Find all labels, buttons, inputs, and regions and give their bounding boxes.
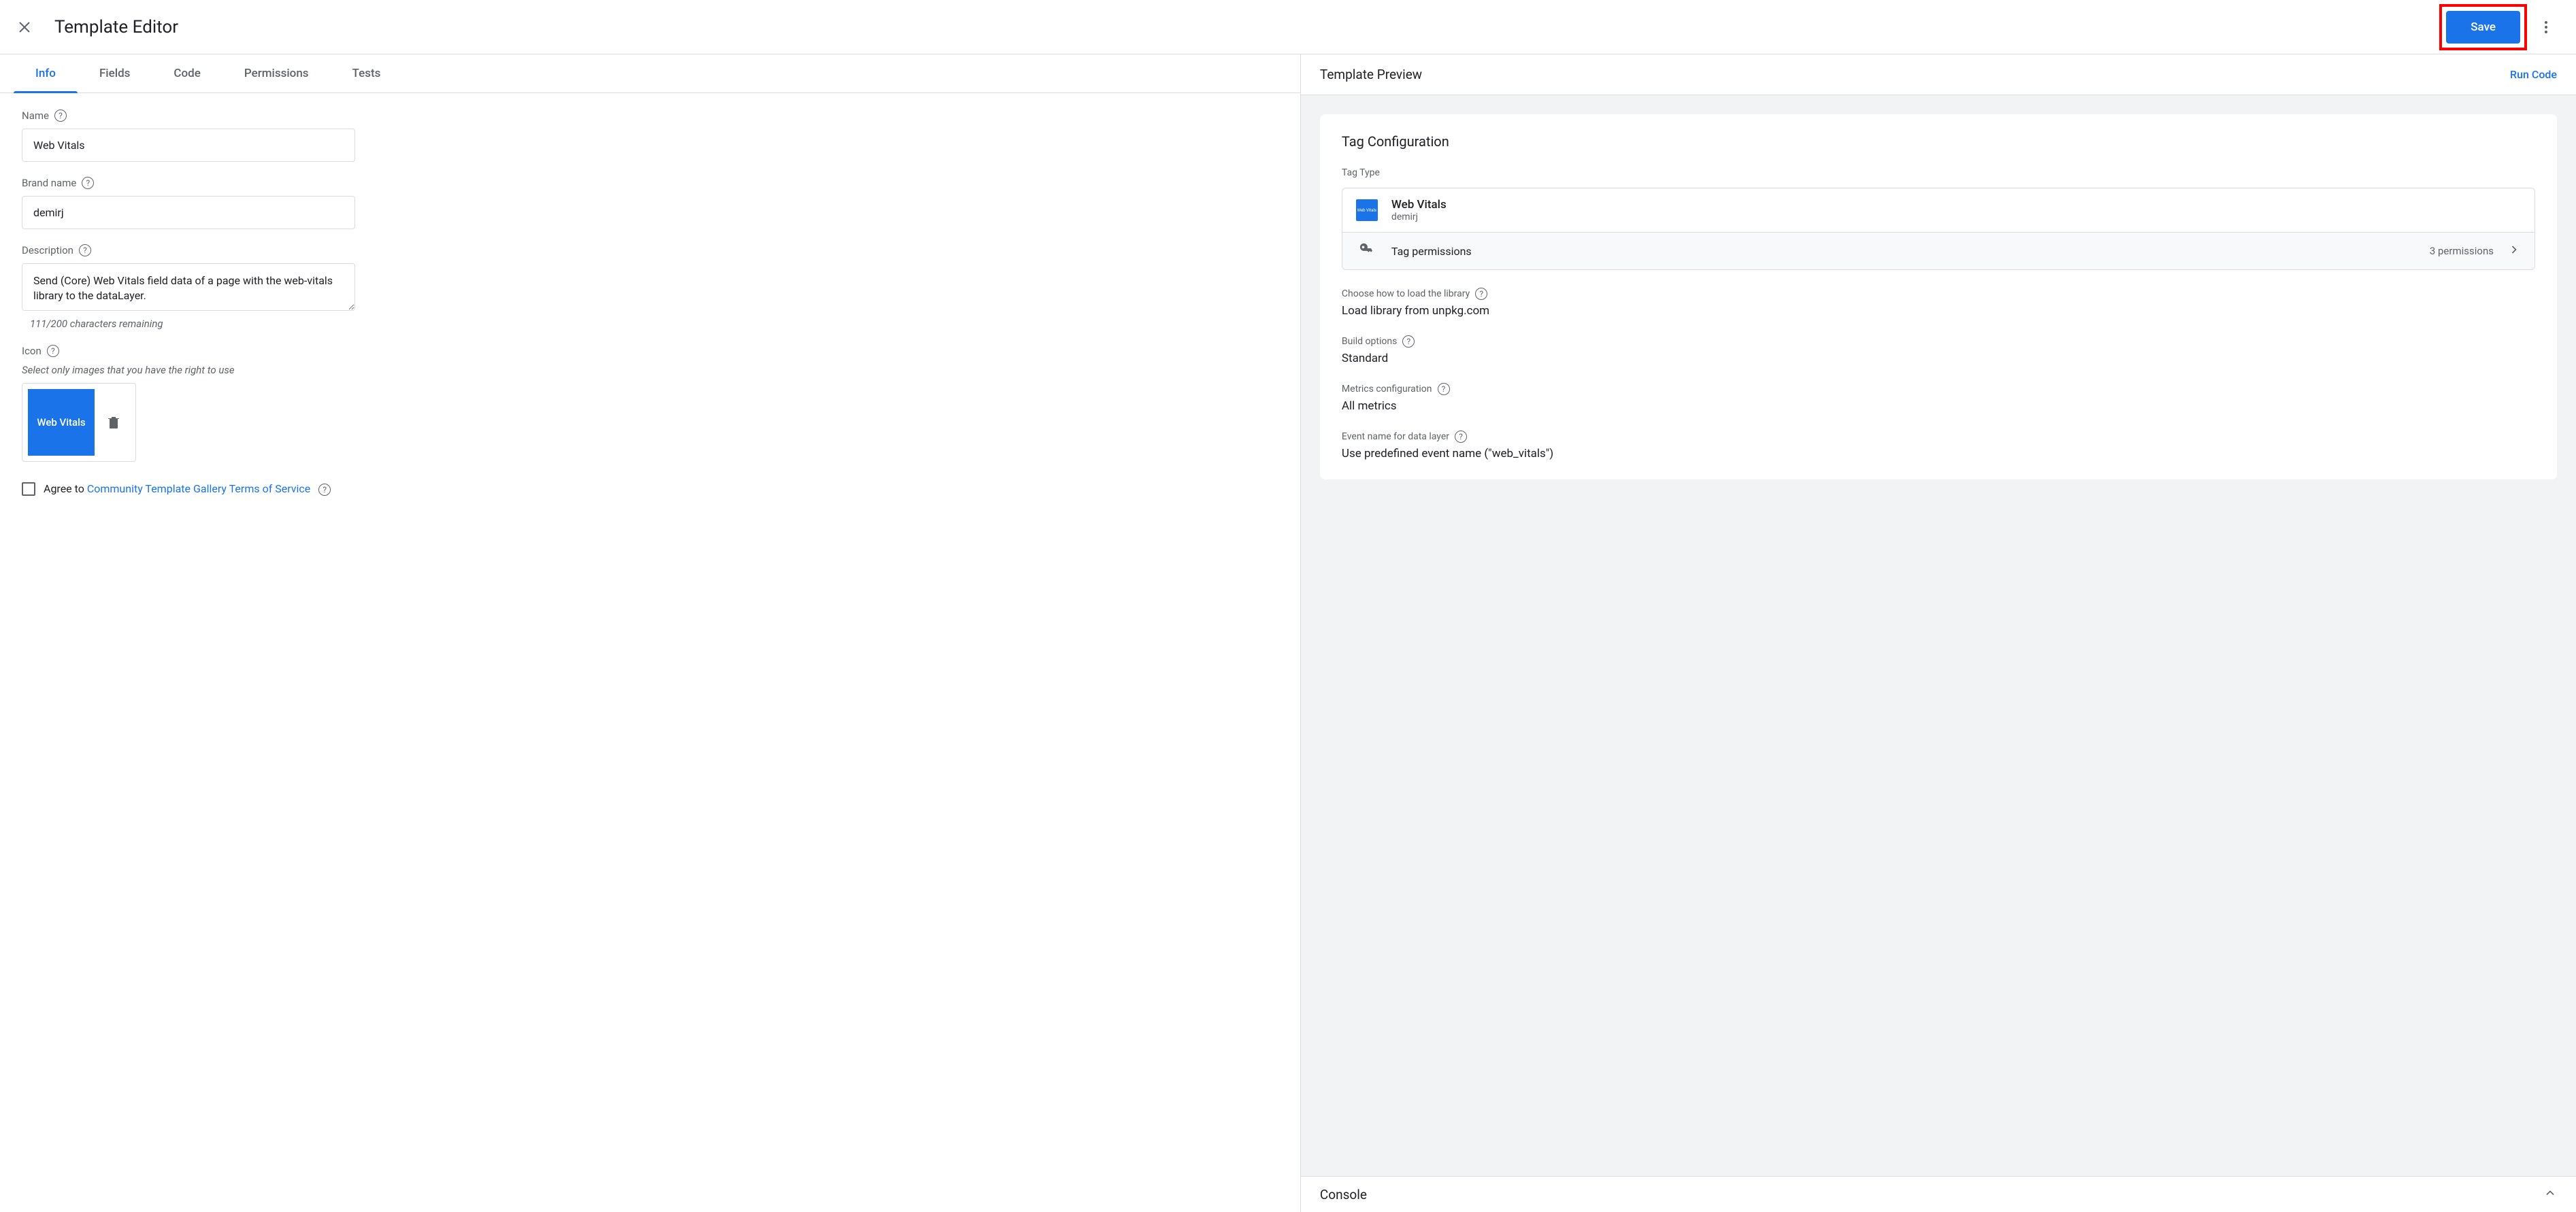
tab-fields[interactable]: Fields — [78, 54, 152, 92]
icon-label: Icon — [22, 345, 42, 357]
tab-info[interactable]: Info — [14, 54, 78, 92]
brand-input[interactable] — [22, 196, 355, 229]
help-icon[interactable]: ? — [1402, 335, 1415, 348]
editor-pane: Info Fields Code Permissions Tests Name … — [0, 54, 1301, 1212]
build-options-value: Standard — [1342, 352, 2535, 365]
icon-hint: Select only images that you have the rig… — [22, 364, 1278, 376]
page-title: Template Editor — [54, 17, 2439, 37]
help-icon[interactable]: ? — [318, 484, 331, 496]
tab-permissions[interactable]: Permissions — [222, 54, 331, 92]
more-vertical-icon — [2538, 19, 2554, 35]
brand-label: Brand name — [22, 177, 76, 189]
console-title: Console — [1320, 1187, 1367, 1202]
chevron-right-icon — [2507, 243, 2521, 259]
preview-title: Template Preview — [1320, 67, 1422, 82]
tag-type-label: Tag Type — [1342, 167, 2535, 178]
tag-icon: Web Vitals — [1356, 199, 1378, 221]
chevron-up-icon — [2543, 1186, 2557, 1202]
tab-code[interactable]: Code — [152, 54, 222, 92]
character-count: 111/200 characters remaining — [30, 318, 1278, 330]
event-name-value: Use predefined event name ("web_vitals") — [1342, 447, 2535, 460]
tag-type-row: Web Vitals Web Vitals demirj — [1342, 188, 2534, 232]
console-section[interactable]: Console — [1301, 1176, 2576, 1212]
tag-configuration-title: Tag Configuration — [1342, 133, 2535, 150]
help-icon[interactable]: ? — [1475, 288, 1487, 300]
close-button[interactable] — [16, 19, 33, 35]
run-code-button[interactable]: Run Code — [2510, 68, 2557, 81]
terms-link[interactable]: Community Template Gallery Terms of Serv… — [87, 482, 310, 495]
help-icon[interactable]: ? — [54, 110, 67, 122]
icon-upload-box: Web Vitals — [22, 383, 136, 462]
tag-brand: demirj — [1391, 212, 1447, 222]
permissions-label: Tag permissions — [1391, 245, 2416, 258]
save-button-highlight: Save — [2439, 4, 2527, 50]
name-input[interactable] — [22, 129, 355, 162]
preview-pane: Template Preview Run Code Tag Configurat… — [1301, 54, 2576, 1212]
icon-preview: Web Vitals — [28, 389, 95, 456]
tag-name: Web Vitals — [1391, 198, 1447, 212]
tab-bar: Info Fields Code Permissions Tests — [0, 54, 1300, 93]
agree-checkbox[interactable] — [22, 482, 35, 496]
trash-icon — [105, 414, 122, 431]
description-textarea[interactable] — [22, 263, 355, 311]
agree-label: Agree to Community Template Gallery Term… — [44, 482, 331, 496]
permissions-count: 3 permissions — [2430, 245, 2494, 257]
help-icon[interactable]: ? — [1438, 383, 1450, 395]
name-label: Name — [22, 110, 49, 122]
event-name-label: Event name for data layer — [1342, 431, 1449, 442]
description-label: Description — [22, 244, 73, 256]
help-icon[interactable]: ? — [79, 244, 91, 256]
build-options-label: Build options — [1342, 336, 1397, 347]
load-library-value: Load library from unpkg.com — [1342, 304, 2535, 318]
help-icon[interactable]: ? — [82, 177, 94, 189]
more-menu-button[interactable] — [2532, 14, 2560, 41]
save-button[interactable]: Save — [2446, 11, 2520, 44]
delete-icon-button[interactable] — [105, 414, 122, 431]
key-icon — [1359, 242, 1374, 260]
metrics-config-label: Metrics configuration — [1342, 384, 1432, 394]
tab-tests[interactable]: Tests — [331, 54, 403, 92]
tag-permissions-row[interactable]: Tag permissions 3 permissions — [1342, 232, 2534, 269]
load-library-label: Choose how to load the library — [1342, 288, 1470, 299]
metrics-config-value: All metrics — [1342, 399, 2535, 413]
help-icon[interactable]: ? — [1455, 431, 1467, 443]
close-icon — [16, 19, 33, 35]
help-icon[interactable]: ? — [47, 345, 59, 357]
